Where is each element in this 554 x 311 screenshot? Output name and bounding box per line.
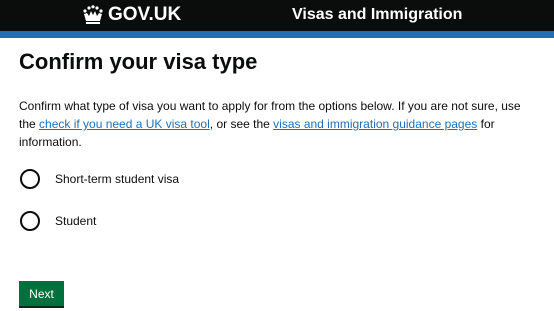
header-stripe <box>0 31 554 38</box>
intro-text-2: , or see the <box>209 117 274 131</box>
radio-label: Student <box>55 214 97 228</box>
radio-label: Short-term student visa <box>55 172 180 186</box>
guidance-pages-link[interactable]: visas and immigration guidance pages <box>273 117 477 131</box>
site-header: GOV.UK Visas and Immigration <box>0 0 554 31</box>
radio-option-student[interactable]: Student <box>20 211 96 231</box>
visa-check-tool-link[interactable]: check if you need a UK visa tool <box>39 117 210 131</box>
page-title: Confirm your visa type <box>19 49 258 74</box>
service-name-link[interactable]: Visas and Immigration <box>292 3 462 27</box>
logo-text: GOV.UK <box>108 4 182 25</box>
radio-button[interactable] <box>20 169 40 189</box>
radio-option-short-term-student[interactable]: Short-term student visa <box>20 169 179 189</box>
next-button[interactable]: Next <box>19 281 64 308</box>
crown-icon <box>82 5 104 25</box>
govuk-logo[interactable]: GOV.UK <box>82 3 181 27</box>
radio-button[interactable] <box>20 211 40 231</box>
intro-paragraph: Confirm what type of visa you want to ap… <box>19 97 539 151</box>
